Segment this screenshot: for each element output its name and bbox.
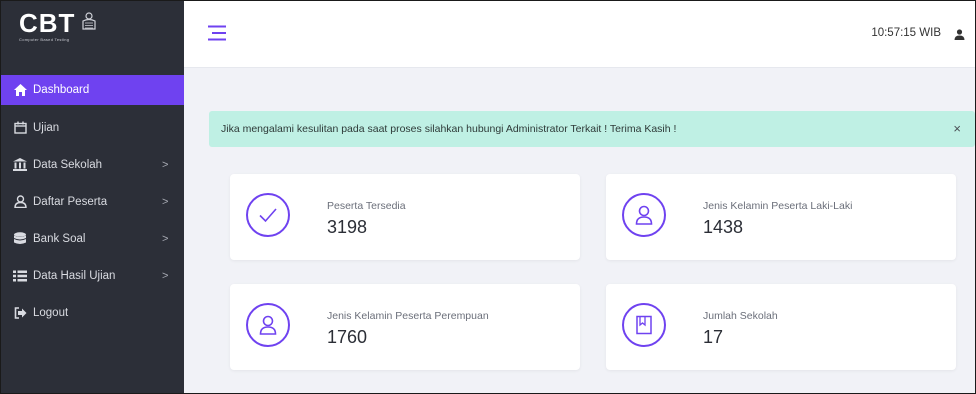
stat-value: 1760 xyxy=(327,327,368,347)
sidebar-item-label: Logout xyxy=(33,306,69,319)
clock: 10:57:15 WIB xyxy=(871,27,941,39)
logo: CBT Computer Based Testing xyxy=(19,9,97,42)
chevron-right-icon: > xyxy=(162,195,169,208)
sidebar-item-data-sekolah[interactable]: Data Sekolah > xyxy=(1,146,184,183)
user-icon xyxy=(13,195,27,209)
stat-card-jumlah-sekolah: Jumlah Sekolah 17 xyxy=(606,284,956,370)
stat-card-laki-laki: Jenis Kelamin Peserta Laki-Laki 1438 xyxy=(606,174,956,260)
sidebar-item-bank-soal[interactable]: Bank Soal > xyxy=(1,220,184,257)
sidebar-item-label: Bank Soal xyxy=(33,232,86,245)
sidebar-menu: Dashboard Ujian Data Sekolah > Daftar Pe… xyxy=(1,75,184,331)
database-icon xyxy=(13,232,27,246)
app-window: CBT Computer Based Testing Dashboard Uji… xyxy=(0,0,976,394)
brand[interactable]: CBT Computer Based Testing xyxy=(1,1,184,67)
sidebar-item-label: Dashboard xyxy=(33,84,90,96)
person-icon xyxy=(622,193,666,237)
stat-value: 3198 xyxy=(327,217,368,237)
sidebar-item-data-hasil-ujian[interactable]: Data Hasil Ujian > xyxy=(1,257,184,294)
stat-value: 1438 xyxy=(703,217,744,237)
check-icon xyxy=(246,193,290,237)
sidebar-item-logout[interactable]: Logout xyxy=(1,294,184,331)
stat-label: Jenis Kelamin Peserta Perempuan xyxy=(327,310,489,322)
sidebar-item-label: Daftar Peserta xyxy=(33,195,108,208)
user-menu-icon[interactable] xyxy=(954,27,965,45)
sidebar-item-label: Ujian xyxy=(33,121,60,134)
sidebar: CBT Computer Based Testing Dashboard Uji… xyxy=(1,1,184,393)
stat-label: Jenis Kelamin Peserta Laki-Laki xyxy=(703,200,853,212)
chevron-right-icon: > xyxy=(162,158,169,171)
stat-value: 17 xyxy=(703,327,724,347)
home-icon xyxy=(13,83,27,97)
list-icon xyxy=(13,269,27,283)
top-bar: 10:57:15 WIB xyxy=(184,1,975,68)
brand-name: CBT xyxy=(19,8,76,38)
calendar-icon xyxy=(13,121,27,135)
alert-message: Jika mengalami kesulitan pada saat prose… xyxy=(221,123,677,135)
stat-card-peserta-tersedia: Peserta Tersedia 3198 xyxy=(230,174,580,260)
sidebar-item-ujian[interactable]: Ujian xyxy=(1,109,184,146)
brand-tagline: Computer Based Testing xyxy=(19,37,70,42)
sign-out-icon xyxy=(13,306,27,320)
stat-label: Peserta Tersedia xyxy=(327,200,406,212)
close-icon[interactable]: × xyxy=(953,121,961,136)
bank-icon xyxy=(13,158,27,172)
sidebar-item-daftar-peserta[interactable]: Daftar Peserta > xyxy=(1,183,184,220)
book-icon xyxy=(622,303,666,347)
stat-card-perempuan: Jenis Kelamin Peserta Perempuan 1760 xyxy=(230,284,580,370)
person-icon xyxy=(246,303,290,347)
sidebar-item-dashboard[interactable]: Dashboard xyxy=(1,75,184,105)
chevron-right-icon: > xyxy=(162,232,169,245)
sidebar-item-label: Data Hasil Ujian xyxy=(33,269,116,282)
info-alert: Jika mengalami kesulitan pada saat prose… xyxy=(209,111,975,147)
stat-label: Jumlah Sekolah xyxy=(703,310,778,322)
chevron-right-icon: > xyxy=(162,269,169,282)
sidebar-item-label: Data Sekolah xyxy=(33,158,103,171)
menu-toggle-icon[interactable] xyxy=(208,25,226,46)
hat-icon xyxy=(81,11,97,35)
